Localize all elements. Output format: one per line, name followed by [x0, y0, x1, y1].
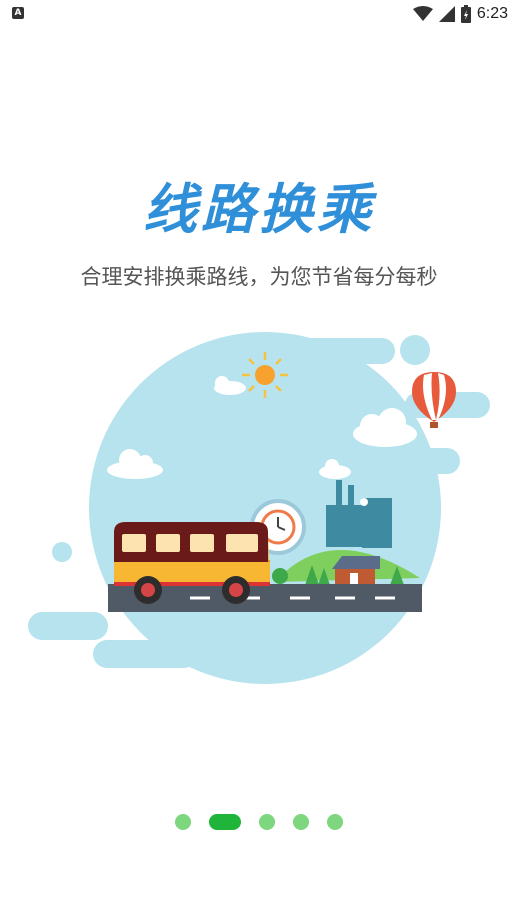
battery-icon: [460, 5, 471, 23]
hot-air-balloon-icon: [412, 372, 456, 428]
page-dot[interactable]: [327, 814, 343, 830]
transit-illustration: [28, 332, 490, 684]
signal-icon: [438, 6, 455, 22]
wifi-icon: [412, 6, 433, 21]
status-icons: 6:23: [412, 4, 508, 24]
status-bar: A 6:23: [0, 0, 518, 28]
status-time: 6:23: [476, 5, 508, 22]
house-icon: [332, 556, 380, 586]
page-dot-active[interactable]: [209, 814, 241, 830]
notification-icon: A: [12, 7, 24, 19]
page-dot[interactable]: [293, 814, 309, 830]
page-dot[interactable]: [175, 814, 191, 830]
page-title: 线路换乘: [143, 178, 375, 241]
page-indicator: [0, 814, 518, 830]
page-dot[interactable]: [259, 814, 275, 830]
page-subtitle: 合理安排换乘路线，为您节省每分每秒: [80, 265, 438, 289]
